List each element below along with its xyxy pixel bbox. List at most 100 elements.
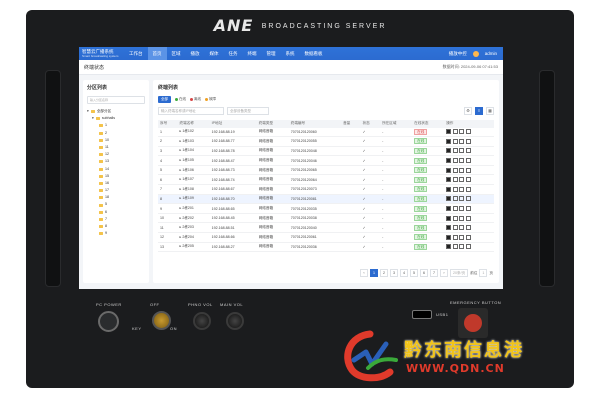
delete-icon[interactable] bbox=[465, 234, 471, 240]
page-number-button[interactable]: 7 bbox=[430, 269, 439, 277]
nav-item[interactable]: 任务 bbox=[224, 47, 243, 60]
nav-item[interactable]: 终端 bbox=[243, 47, 262, 60]
table-row[interactable]: 10 ▸ 2栋202 192.168.88.45 网络音箱 7070120120038 ✓… bbox=[158, 213, 494, 224]
edit-icon[interactable] bbox=[452, 158, 458, 164]
delete-icon[interactable] bbox=[465, 244, 471, 250]
key-switch[interactable] bbox=[152, 311, 171, 330]
pc-power-button[interactable] bbox=[98, 311, 119, 332]
delete-icon[interactable] bbox=[465, 148, 471, 154]
column-header[interactable]: 状态 bbox=[360, 120, 381, 128]
table-row[interactable]: 3 ▸ 1栋104 192.168.88.78 网络音箱 7070120120048 ✓ -… bbox=[158, 146, 494, 157]
edit-icon[interactable] bbox=[452, 138, 458, 144]
battery-icon[interactable] bbox=[446, 206, 452, 212]
column-header[interactable]: 音量 bbox=[341, 120, 361, 128]
column-header[interactable]: 终端编号 bbox=[288, 120, 342, 128]
delete-icon[interactable] bbox=[465, 225, 471, 231]
tree-node[interactable]: 18 bbox=[87, 194, 145, 201]
tree-node[interactable]: 12 bbox=[87, 151, 145, 158]
nav-item[interactable]: 管理 bbox=[262, 47, 281, 60]
page-number-button[interactable]: 2 bbox=[380, 269, 389, 277]
device-type-select[interactable]: 全部设备类型 bbox=[227, 107, 269, 115]
battery-icon[interactable] bbox=[446, 244, 452, 250]
main-volume-knob[interactable] bbox=[226, 312, 244, 330]
edit-icon[interactable] bbox=[452, 244, 458, 250]
delete-icon[interactable] bbox=[465, 177, 471, 183]
user-name[interactable]: admin bbox=[485, 51, 497, 56]
battery-icon[interactable] bbox=[446, 138, 452, 144]
volume-icon[interactable] bbox=[459, 206, 465, 212]
column-header[interactable]: 序号 bbox=[158, 120, 178, 128]
nav-item[interactable]: 媒体 bbox=[205, 47, 224, 60]
nav-item[interactable]: 工作台 bbox=[124, 47, 148, 60]
delete-icon[interactable] bbox=[465, 206, 471, 212]
volume-icon[interactable] bbox=[459, 158, 465, 164]
delete-icon[interactable] bbox=[465, 138, 471, 144]
table-row[interactable]: 5 ▸ 1栋106 192.168.88.73 网络音箱 7070120120065 ✓ -… bbox=[158, 165, 494, 176]
table-row[interactable]: 6 ▸ 1栋107 192.168.88.74 网络音箱 7070120120064 ✓ -… bbox=[158, 174, 494, 186]
nav-item[interactable]: 系统 bbox=[281, 47, 300, 60]
tree-node[interactable]: 10 bbox=[87, 137, 145, 144]
delete-icon[interactable] bbox=[465, 196, 471, 202]
battery-icon[interactable] bbox=[446, 186, 452, 192]
table-row[interactable]: 13 ▸ 2栋205 192.168.88.27 网络音箱 7070120120036 ✓… bbox=[158, 242, 494, 253]
battery-icon[interactable] bbox=[446, 215, 452, 221]
volume-icon[interactable] bbox=[459, 215, 465, 221]
volume-icon[interactable] bbox=[459, 186, 465, 192]
tree-node[interactable]: 1 bbox=[87, 122, 145, 129]
nav-item[interactable]: 首页 bbox=[147, 47, 167, 60]
table-row[interactable]: 1 ▸ 1栋102 192.168.88.19 网络音箱 7070120120060 ✓ -… bbox=[158, 127, 494, 138]
goto-page-input[interactable]: 1 bbox=[479, 269, 488, 277]
tree-node[interactable]: 16 bbox=[87, 180, 145, 187]
table-row[interactable]: 8 ▸ 1栋109 192.168.88.70 网络音箱 7070120120081 ✓ -… bbox=[158, 194, 494, 205]
page-size-select[interactable]: 20条/页 bbox=[450, 269, 469, 277]
edit-icon[interactable] bbox=[452, 129, 458, 135]
table-row[interactable]: 2 ▸ 1栋103 192.168.88.77 网络音箱 7070120120055 ✓ -… bbox=[158, 136, 494, 147]
edit-icon[interactable] bbox=[452, 177, 458, 183]
page-number-button[interactable]: 3 bbox=[390, 269, 399, 277]
table-row[interactable]: 9 ▸ 2栋201 192.168.88.65 网络音箱 7070120120035 ✓ -… bbox=[158, 203, 494, 214]
next-page-button[interactable]: › bbox=[440, 269, 449, 277]
battery-icon[interactable] bbox=[446, 148, 452, 154]
battery-icon[interactable] bbox=[446, 196, 452, 202]
tree-node[interactable]: 2 bbox=[87, 130, 145, 137]
volume-icon[interactable] bbox=[459, 244, 465, 250]
column-header[interactable]: 在线状态 bbox=[412, 120, 445, 128]
column-header[interactable]: 终端名称 bbox=[177, 120, 210, 128]
nav-item[interactable]: 区域 bbox=[167, 47, 186, 60]
nav-item[interactable]: 数据看板 bbox=[300, 47, 328, 60]
grid-view-icon[interactable]: ▦ bbox=[486, 107, 494, 115]
battery-icon[interactable] bbox=[446, 234, 452, 240]
delete-icon[interactable] bbox=[465, 158, 471, 164]
tree-node[interactable]: 15 bbox=[87, 173, 145, 180]
prev-page-button[interactable]: ‹ bbox=[360, 269, 369, 277]
legend-item[interactable]: 离线 bbox=[190, 97, 201, 102]
battery-icon[interactable] bbox=[446, 167, 452, 173]
column-header[interactable]: 操作 bbox=[444, 120, 494, 128]
battery-icon[interactable] bbox=[446, 177, 452, 183]
edit-icon[interactable] bbox=[452, 215, 458, 221]
zone-search-input[interactable]: 输入分区名称 bbox=[87, 96, 145, 104]
column-header[interactable]: 终端类型 bbox=[256, 120, 289, 128]
edit-icon[interactable] bbox=[452, 148, 458, 154]
delete-icon[interactable] bbox=[465, 186, 471, 192]
tree-node[interactable]: 11 bbox=[87, 144, 145, 151]
tree-node[interactable]: 9 bbox=[87, 230, 145, 237]
list-view-icon[interactable]: ≡ bbox=[475, 107, 483, 115]
table-row[interactable]: 12 ▸ 2栋204 192.168.88.66 网络音箱 7070120120061 ✓… bbox=[158, 232, 494, 243]
edit-icon[interactable] bbox=[452, 225, 458, 231]
page-number-button[interactable]: 6 bbox=[420, 269, 429, 277]
avatar[interactable] bbox=[472, 50, 479, 57]
battery-icon[interactable] bbox=[446, 129, 452, 135]
nav-item[interactable]: 播放 bbox=[186, 47, 205, 60]
tree-group[interactable]: ▾ subhalls bbox=[87, 115, 145, 122]
usb-port[interactable] bbox=[412, 310, 432, 319]
volume-icon[interactable] bbox=[459, 148, 465, 154]
edit-icon[interactable] bbox=[452, 196, 458, 202]
tree-node[interactable]: 6 bbox=[87, 209, 145, 216]
table-row[interactable]: 4 ▸ 1栋105 192.168.88.47 网络音箱 7070120120046 ✓ -… bbox=[158, 155, 494, 166]
column-header[interactable]: 所在区域 bbox=[380, 120, 413, 128]
terminal-search-input[interactable]: 输入终端名称或IP地址 bbox=[158, 107, 224, 115]
volume-icon[interactable] bbox=[459, 234, 465, 240]
edit-icon[interactable] bbox=[452, 186, 458, 192]
volume-icon[interactable] bbox=[459, 138, 465, 144]
